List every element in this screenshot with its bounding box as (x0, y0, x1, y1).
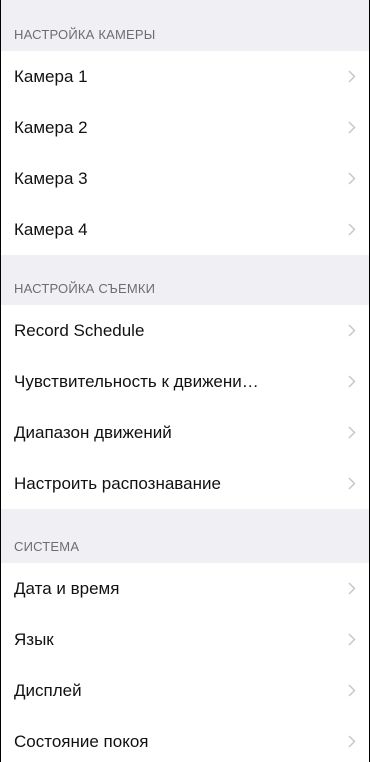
settings-row-language[interactable]: Язык (1, 614, 369, 665)
section-header-system: СИСТЕМА (1, 509, 369, 563)
chevron-right-icon (347, 70, 357, 84)
chevron-right-icon (347, 172, 357, 186)
settings-row-record-schedule[interactable]: Record Schedule (1, 305, 369, 356)
section-header-camera-settings: НАСТРОЙКА КАМЕРЫ (1, 0, 369, 51)
settings-screen: НАСТРОЙКА КАМЕРЫ Камера 1 Камера 2 Камер… (0, 0, 370, 762)
row-label: Настроить распознавание (14, 473, 221, 493)
section-title: НАСТРОЙКА СЪЕМКИ (14, 281, 156, 296)
chevron-right-icon (347, 684, 357, 698)
row-label: Дисплей (14, 680, 82, 700)
settings-row-motion-range[interactable]: Диапазон движений (1, 407, 369, 458)
row-label: Камера 2 (14, 117, 88, 137)
settings-row-display[interactable]: Дисплей (1, 665, 369, 716)
section-title: СИСТЕМА (14, 539, 80, 554)
chevron-right-icon (347, 735, 357, 749)
settings-row-configure-detection[interactable]: Настроить распознавание (1, 458, 369, 509)
settings-row-camera-1[interactable]: Камера 1 (1, 51, 369, 102)
row-label: Камера 3 (14, 168, 88, 188)
chevron-right-icon (347, 324, 357, 338)
chevron-right-icon (347, 582, 357, 596)
chevron-right-icon (347, 223, 357, 237)
settings-row-camera-4[interactable]: Камера 4 (1, 204, 369, 255)
row-label: Камера 1 (14, 66, 88, 86)
row-label: Дата и время (14, 578, 120, 598)
chevron-right-icon (347, 426, 357, 440)
section-title: НАСТРОЙКА КАМЕРЫ (14, 27, 156, 42)
chevron-right-icon (347, 477, 357, 491)
settings-row-date-time[interactable]: Дата и время (1, 563, 369, 614)
settings-row-camera-3[interactable]: Камера 3 (1, 153, 369, 204)
settings-row-camera-2[interactable]: Камера 2 (1, 102, 369, 153)
row-label: Камера 4 (14, 219, 88, 239)
chevron-right-icon (347, 375, 357, 389)
settings-row-standby[interactable]: Состояние покоя (1, 716, 369, 762)
settings-row-motion-sensitivity[interactable]: Чувствительность к движени… (1, 356, 369, 407)
section-header-recording-settings: НАСТРОЙКА СЪЕМКИ (1, 255, 369, 305)
chevron-right-icon (347, 121, 357, 135)
row-label: Record Schedule (14, 320, 145, 340)
row-label: Язык (14, 629, 54, 649)
row-label: Состояние покоя (14, 731, 149, 751)
row-label: Диапазон движений (14, 422, 172, 442)
row-label: Чувствительность к движени… (14, 371, 259, 391)
chevron-right-icon (347, 633, 357, 647)
